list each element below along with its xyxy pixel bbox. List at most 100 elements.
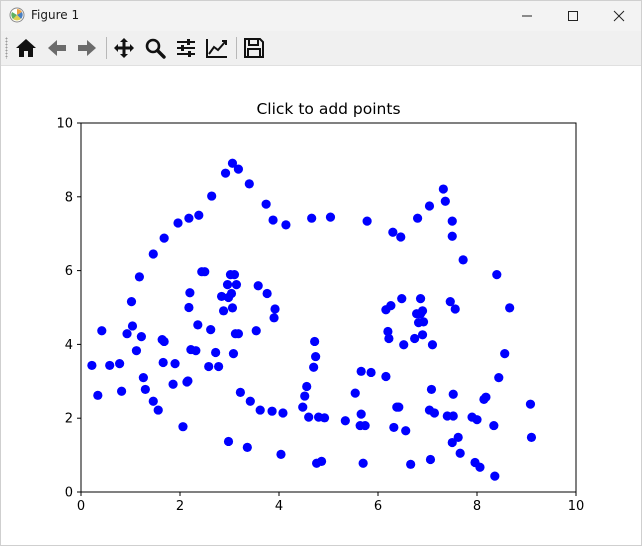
minimize-icon (522, 15, 532, 16)
axes-frame[interactable] (80, 122, 577, 493)
scatter-point (319, 413, 330, 423)
customize-button[interactable] (204, 35, 230, 61)
scatter-point (270, 304, 280, 314)
scatter-point (388, 227, 398, 237)
scatter-point (87, 360, 97, 371)
scatter-point (406, 459, 416, 469)
scatter-point (417, 330, 428, 340)
scatter-point (148, 249, 158, 259)
scatter-point (276, 449, 286, 459)
y-tick-label: 4 (65, 338, 73, 353)
maximize-icon (568, 10, 578, 21)
close-button[interactable] (596, 0, 642, 31)
navigation-toolbar (0, 31, 642, 66)
scatter-point (159, 336, 169, 347)
scatter-point (227, 303, 238, 313)
y-tick-label: 0 (65, 486, 73, 501)
scatter-point (255, 405, 265, 415)
scatter-point (490, 471, 500, 481)
scatter-point (417, 306, 428, 316)
toolbar-separator (106, 37, 107, 59)
scatter-point (185, 288, 195, 298)
scatter-point (194, 210, 204, 220)
scatter-point (447, 231, 457, 241)
scatter-point (126, 296, 137, 307)
minimize-button[interactable] (504, 0, 550, 31)
home-button[interactable] (13, 35, 39, 61)
scatter-point (494, 373, 504, 383)
scatter-point (438, 184, 448, 194)
scatter-point (136, 332, 146, 342)
back-button[interactable] (44, 35, 70, 61)
scatter-point (261, 199, 271, 209)
scatter-point (298, 402, 308, 412)
move-icon (114, 38, 134, 58)
scatter-point (242, 442, 252, 452)
scatter-point (153, 405, 163, 415)
scatter-point (396, 232, 406, 242)
scatter-point (425, 454, 436, 465)
scatter-point (206, 325, 216, 335)
x-tick-label: 2 (176, 499, 184, 514)
scatter-point (115, 358, 125, 369)
scatter-point (472, 415, 482, 425)
scatter-point (122, 329, 132, 339)
scatter-point (386, 301, 396, 311)
toolbar-grip[interactable] (5, 37, 8, 59)
sliders-icon (177, 39, 195, 57)
scatter-point (489, 420, 499, 431)
scatter-point (448, 411, 458, 421)
scatter-point (134, 272, 145, 282)
scatter-point (262, 288, 272, 299)
scatter-point (360, 420, 370, 431)
scatter-point (429, 408, 440, 418)
scatter-point (170, 358, 180, 369)
figure-canvas[interactable]: Click to add points 0 2 4 6 8 10 0 2 4 6 8 10 (0, 66, 642, 542)
scatter-point (397, 294, 407, 304)
scatter-point (244, 179, 254, 189)
scatter-point (178, 422, 188, 432)
x-tick-label: 4 (275, 499, 283, 514)
scatter-point (450, 304, 460, 314)
scatter-point (458, 255, 468, 265)
pan-button[interactable] (111, 35, 137, 61)
scatter-point (204, 361, 214, 372)
forward-button[interactable] (74, 35, 100, 61)
scatter-point (366, 367, 376, 378)
window-titlebar: Figure 1 (0, 0, 642, 31)
scatter-point (340, 416, 350, 426)
scatter-point (127, 321, 138, 331)
scatter-point (184, 302, 194, 313)
maximize-button[interactable] (550, 0, 596, 31)
zoom-button[interactable] (142, 35, 168, 61)
scatter-point (267, 406, 277, 416)
scatter-point (356, 409, 366, 419)
scatter-point (500, 349, 510, 359)
scatter-point (131, 346, 142, 356)
matplotlib-app-icon (9, 7, 25, 23)
scatter-point (184, 213, 194, 223)
scatter-point (394, 402, 404, 412)
scatter-point (309, 362, 319, 372)
scatter-point (362, 216, 372, 226)
scatter-point (381, 371, 391, 382)
x-tick-label: 0 (77, 499, 85, 514)
window-title: Figure 1 (31, 8, 80, 22)
scatter-point (228, 349, 239, 359)
scatter-point (455, 448, 465, 458)
scatter-point (233, 164, 244, 174)
scatter-point (281, 220, 291, 230)
subplots-button[interactable] (173, 35, 199, 61)
scatter-point (525, 399, 536, 409)
scatter-point (269, 313, 279, 323)
scatter-point (245, 396, 255, 406)
scatter-point (481, 392, 491, 402)
scatter-point (384, 333, 394, 344)
y-tick-label: 10 (56, 117, 73, 132)
scatter-point (311, 351, 321, 362)
scatter-point (148, 396, 158, 406)
scatter-point (116, 386, 127, 396)
scatter-point (140, 384, 150, 395)
scatter-point (168, 379, 178, 389)
save-button[interactable] (241, 35, 267, 61)
